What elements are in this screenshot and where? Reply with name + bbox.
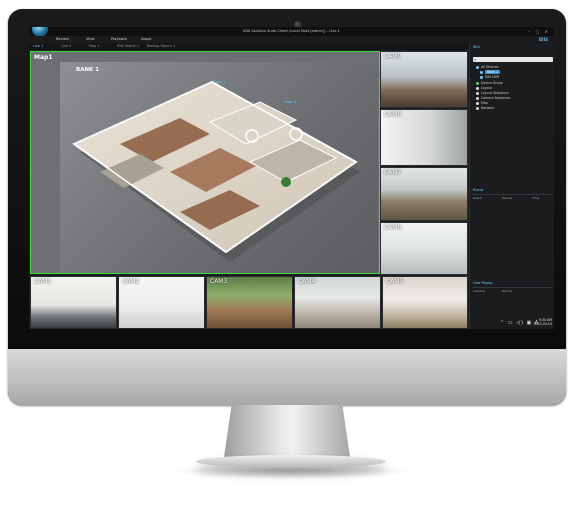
site-panel-header: Site [473, 45, 480, 49]
event-panel-header: Event [473, 188, 484, 192]
window-title: IDIS Solution Suite Client (Local Host [… [243, 29, 340, 33]
tree-item-layout[interactable]: Layout [476, 86, 492, 90]
menu-review[interactable]: Review [56, 36, 69, 43]
tree-item-device-group[interactable]: Device Group [476, 81, 503, 85]
tree-item-camera-sequence[interactable]: Camera Sequence [476, 96, 510, 100]
camera-tile-cam5[interactable]: CAM5 [382, 276, 468, 329]
tree-item-bank-1[interactable]: Bank 1 [480, 70, 501, 74]
live-divider [472, 287, 553, 288]
monitor-base [196, 455, 386, 468]
bank-label: BANK 1 [76, 67, 100, 73]
tab-live-1[interactable]: Live 1 [33, 43, 43, 50]
menu-view[interactable]: View [86, 36, 95, 43]
camera-label: CAM5 [386, 278, 404, 285]
live-popup-header: Live Popup [473, 281, 493, 285]
map-title: Map1 [34, 54, 53, 61]
search-icon: ⌕ [474, 57, 477, 62]
title-bar: IDIS Solution Suite Client (Local Host [… [29, 27, 554, 37]
camera-label: CAM3 [210, 278, 228, 285]
tab-idis-search-1[interactable]: IDIS Search 1 [117, 43, 140, 50]
brand-logo: IDIS [538, 37, 548, 42]
monitor-chin [8, 349, 566, 405]
camera-feed [381, 110, 467, 165]
camera-label: CAM1 [34, 278, 52, 285]
floor-plan-map[interactable] [60, 62, 378, 274]
tree-item-network[interactable]: Network [476, 106, 494, 110]
menu-bar: Review View Playback About IDIS [29, 36, 554, 43]
window-controls[interactable]: – ▢ ✕ [528, 27, 550, 36]
tab-backup-search-1[interactable]: Backup Search 1 [147, 43, 175, 50]
screen: IDIS Solution Suite Client (Local Host [… [29, 27, 554, 329]
camera-tile-cam9[interactable]: CAM9 [380, 51, 468, 108]
camera-label: CAM2 [122, 278, 140, 285]
tab-live-2[interactable]: Live 2 [61, 43, 71, 50]
camera-tile-cam4[interactable]: CAM4 [294, 276, 381, 329]
camera-tile-cam6[interactable]: CAM6 [380, 222, 468, 275]
event-col-time[interactable]: Time [532, 196, 539, 200]
tab-map-1[interactable]: Map 1 [89, 43, 99, 50]
camera-label: CAM4 [298, 278, 316, 285]
live-col-device[interactable]: Device [502, 289, 512, 293]
menu-about[interactable]: About [141, 36, 152, 43]
camera-tile-cam8[interactable]: CAM8 [380, 109, 468, 166]
tree-item-layout-sequence[interactable]: Layout Sequence [476, 91, 509, 95]
camera-feed [381, 52, 467, 107]
camera-tile-cam2[interactable]: CAM2 [118, 276, 205, 329]
tray-date: 2013-03-15 [533, 322, 552, 326]
menu-playback[interactable]: Playback [111, 36, 127, 43]
site-search-input[interactable]: ⌕ [473, 57, 553, 62]
tree-item-all-devices[interactable]: All Devices [476, 65, 499, 69]
live-col-camera[interactable]: Camera [473, 289, 485, 293]
map-view[interactable]: Map1 BANK 1 Floor 1 Floor 2 [30, 51, 380, 274]
camera-tile-cam1[interactable]: CAM1 [30, 276, 117, 329]
tray-clock: 9:30 AM 2013-03-15 [528, 318, 552, 326]
event-divider [472, 194, 553, 195]
floor-1-label[interactable]: Floor 1 [213, 80, 225, 84]
camera-label: CAM7 [384, 169, 402, 176]
tree-item-map[interactable]: Map [476, 101, 488, 105]
event-col-device[interactable]: Device [502, 196, 512, 200]
right-panel: Site ⌕ All Devices Bank 1 IDIS NVR Devic… [469, 43, 554, 329]
tab-bar: Live 1 Live 2 Map 1 IDIS Search 1 Backup… [29, 43, 469, 50]
camera-label: CAM9 [384, 53, 402, 60]
camera-label: CAM6 [384, 224, 402, 231]
tree-item-idis-nvr[interactable]: IDIS NVR [480, 75, 499, 79]
event-col-event[interactable]: Event [473, 196, 482, 200]
camera-label: CAM8 [384, 111, 402, 118]
camera-tile-cam3[interactable]: CAM3 [206, 276, 293, 329]
camera-tile-cam7[interactable]: CAM7 [380, 167, 468, 221]
floor-2-label[interactable]: Floor 2 [284, 100, 296, 104]
monitor-stand [224, 405, 350, 457]
